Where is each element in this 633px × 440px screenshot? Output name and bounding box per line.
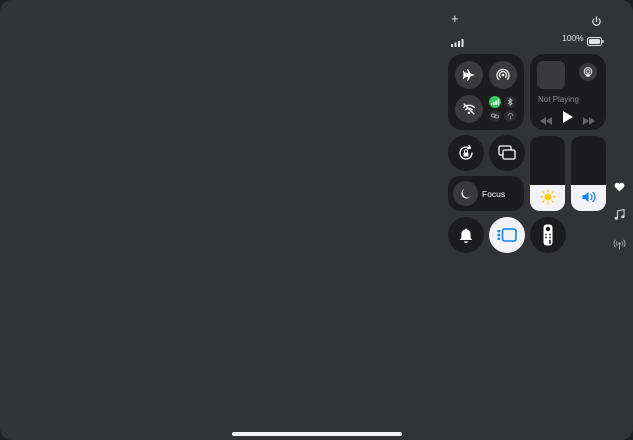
bell-icon — [459, 228, 473, 243]
ipad-screen: + 100% Not Playing Focus — [0, 0, 633, 440]
cellular-icon — [491, 99, 499, 105]
vpn-toggle[interactable] — [489, 110, 501, 122]
remote-icon — [543, 224, 553, 246]
wifi-off-icon — [462, 103, 476, 115]
rotation-lock-icon — [459, 144, 473, 160]
album-art — [537, 61, 565, 89]
airplane-mode-toggle[interactable] — [455, 61, 483, 89]
orientation-lock-button[interactable] — [448, 135, 484, 171]
focus-button[interactable]: Focus — [448, 176, 524, 211]
music-note-icon[interactable] — [614, 208, 625, 226]
connectivity-panel — [448, 54, 524, 130]
stage-manager-icon — [497, 228, 517, 242]
play-icon — [563, 111, 573, 123]
broadcast-icon[interactable] — [613, 237, 626, 255]
bluetooth-icon — [507, 98, 513, 106]
fast-forward-button[interactable] — [583, 112, 595, 130]
now-playing-status: Not Playing — [538, 95, 579, 104]
apple-tv-remote-button[interactable] — [530, 217, 566, 253]
airdrop-toggle[interactable] — [489, 61, 517, 89]
add-control-button[interactable]: + — [451, 12, 459, 26]
moon-icon — [460, 188, 471, 198]
power-icon[interactable] — [591, 14, 602, 32]
airdrop-icon — [496, 68, 510, 80]
home-indicator[interactable] — [232, 432, 402, 436]
play-button[interactable] — [563, 110, 573, 128]
personal-hotspot-toggle[interactable] — [504, 110, 516, 122]
brightness-slider[interactable] — [530, 136, 565, 211]
bluetooth-toggle[interactable] — [504, 96, 516, 108]
cellular-data-toggle[interactable] — [489, 96, 501, 108]
rewind-icon — [540, 117, 552, 125]
screen-mirroring-button[interactable] — [489, 135, 525, 171]
battery-percentage: 100% — [562, 33, 584, 43]
battery-icon — [587, 33, 604, 51]
hotspot-icon — [507, 113, 513, 120]
screen-mirroring-icon — [498, 145, 516, 160]
rewind-button[interactable] — [540, 112, 552, 130]
focus-icon-wrap — [453, 181, 478, 206]
airplay-button[interactable] — [579, 63, 597, 81]
link-icon — [491, 113, 499, 119]
stage-manager-button[interactable] — [489, 217, 525, 253]
airplay-icon — [583, 67, 593, 77]
focus-label: Focus — [482, 189, 506, 199]
silent-mode-button[interactable] — [448, 217, 484, 253]
volume-slider[interactable] — [571, 136, 606, 211]
sun-icon — [539, 189, 556, 205]
heart-icon[interactable] — [614, 179, 625, 197]
now-playing-panel[interactable]: Not Playing — [530, 54, 606, 130]
speaker-icon — [582, 191, 596, 203]
fast-forward-icon — [583, 117, 595, 125]
signal-icon — [451, 34, 464, 52]
airplane-icon — [463, 69, 475, 81]
wifi-toggle[interactable] — [455, 95, 483, 123]
